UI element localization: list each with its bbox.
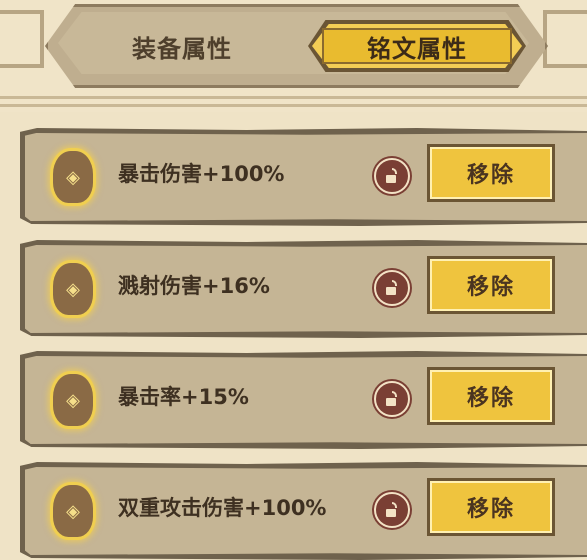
unlocked-padlock-icon	[386, 502, 397, 517]
rune-stone-icon: ◈	[50, 371, 96, 429]
attribute-text: 暴击率+15%	[118, 385, 249, 409]
remove-button-label: 移除	[430, 481, 552, 533]
rune-stone-icon: ◈	[50, 482, 96, 540]
header-divider	[0, 96, 587, 99]
unlock-toggle-button[interactable]	[374, 381, 410, 417]
remove-button-label: 移除	[430, 259, 552, 311]
unlock-toggle-button[interactable]	[374, 158, 410, 194]
remove-button[interactable]: 移除	[427, 144, 555, 202]
tab-rune-attributes[interactable]: 铭文属性	[308, 20, 526, 72]
attribute-text: 暴击伤害+100%	[118, 162, 285, 186]
unlock-toggle-button[interactable]	[374, 492, 410, 528]
rune-attribute-row: ◈ 暴击伤害+100% 移除	[20, 128, 587, 226]
remove-button[interactable]: 移除	[427, 367, 555, 425]
unlocked-padlock-icon	[386, 280, 397, 295]
rune-attribute-row: ◈ 双重攻击伤害+100% 移除	[20, 462, 587, 560]
tab-rune-label: 铭文属性	[322, 28, 512, 64]
remove-button[interactable]: 移除	[427, 478, 555, 536]
rune-attribute-row: ◈ 溅射伤害+16% 移除	[20, 240, 587, 338]
remove-button[interactable]: 移除	[427, 256, 555, 314]
rune-stone-icon: ◈	[50, 148, 96, 206]
unlocked-padlock-icon	[386, 168, 397, 183]
remove-button-label: 移除	[430, 147, 552, 199]
unlocked-padlock-icon	[386, 391, 397, 406]
unlock-toggle-button[interactable]	[374, 270, 410, 306]
tab-equipment-attributes[interactable]: 装备属性	[92, 26, 272, 66]
attribute-text: 溅射伤害+16%	[118, 274, 270, 298]
header-bar: 装备属性 铭文属性	[0, 0, 587, 112]
corner-decoration-left	[0, 10, 44, 68]
header-divider	[0, 104, 587, 107]
attribute-text: 双重攻击伤害+100%	[118, 496, 327, 520]
rune-attribute-row: ◈ 暴击率+15% 移除	[20, 351, 587, 449]
rune-stone-icon: ◈	[50, 260, 96, 318]
remove-button-label: 移除	[430, 370, 552, 422]
corner-decoration-right	[543, 10, 587, 68]
